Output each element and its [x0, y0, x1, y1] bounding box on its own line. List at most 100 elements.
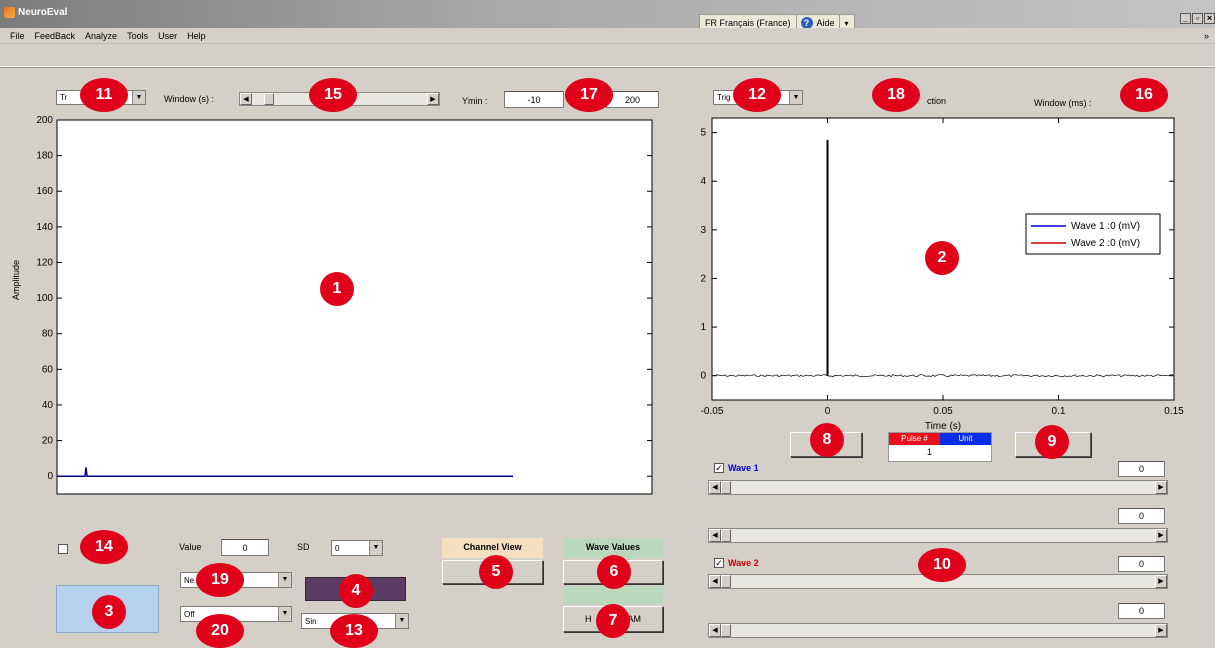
annotation-marker-13: 13	[330, 614, 378, 648]
value-input[interactable]: 0	[221, 539, 269, 556]
wave-x-tick-label-0.05: 0.05	[933, 406, 953, 417]
annotation-marker-8: 8	[810, 423, 844, 457]
wave-chart: 0 1 2 3 4 5 -0.05 0 0.05 0.1 0.15 Wave 1 :0 (mV) W…	[700, 117, 1184, 432]
slider-right-arrow-icon[interactable]: ▶	[1155, 624, 1167, 637]
option-checkbox[interactable]	[58, 544, 68, 554]
window-controls: _ ▫ ×	[1180, 13, 1215, 24]
minimize-button[interactable]: _	[1180, 13, 1191, 24]
y-tick-label-40: 40	[42, 400, 54, 411]
ymin-label: Ymin :	[462, 96, 488, 106]
sd-select[interactable]: 0 ▼	[331, 540, 383, 556]
annotation-marker-1: 1	[320, 272, 354, 306]
y-tick-label-120: 120	[36, 257, 53, 268]
sd-label: SD	[297, 542, 310, 552]
menu-feedback[interactable]: FeedBack	[35, 31, 76, 41]
close-button[interactable]: ×	[1204, 13, 1215, 24]
menu-file[interactable]: File	[10, 31, 25, 41]
slider-left-arrow-icon[interactable]: ◀	[240, 93, 252, 105]
wave1-secondary-value-input[interactable]: 0	[1118, 508, 1165, 524]
ymax-input[interactable]: 200	[606, 91, 659, 108]
wave2-checkbox[interactable]: ✓	[714, 558, 724, 568]
slider-thumb[interactable]	[721, 624, 731, 637]
slider-left-arrow-icon[interactable]: ◀	[709, 624, 721, 637]
value-label: Value	[179, 542, 202, 552]
toolbar-strip	[0, 44, 1215, 67]
y-tick-label-60: 60	[42, 364, 54, 375]
wave-y-tick-label-1: 1	[700, 322, 706, 333]
chevron-down-icon: ▼	[278, 573, 291, 587]
heatmap-button-label: H	[585, 614, 592, 624]
chevron-down-icon: ▼	[789, 91, 802, 104]
annotation-marker-2: 2	[925, 241, 959, 275]
time-axis-label: Time (s)	[925, 421, 961, 432]
wave-y-tick-label-0: 0	[700, 371, 706, 382]
annotation-marker-6: 6	[597, 555, 631, 589]
chevron-down-icon: ▼	[395, 614, 408, 628]
app-logo-icon	[4, 7, 15, 18]
y-tick-label-80: 80	[42, 329, 54, 340]
y-tick-label-160: 160	[36, 186, 53, 197]
section-label: ction	[927, 96, 947, 106]
wave-legend: Wave 1 :0 (mV) Wave 2 :0 (mV)	[1025, 213, 1161, 255]
slider-left-arrow-icon[interactable]: ◀	[709, 481, 721, 494]
annotation-marker-20: 20	[196, 614, 244, 648]
status-select-value: Off	[184, 609, 195, 619]
window-seconds-label: Window (s) :	[164, 94, 215, 104]
trigger-select-left-value: Tr	[60, 93, 68, 102]
slider-right-arrow-icon[interactable]: ▶	[427, 93, 439, 105]
annotation-marker-19: 19	[196, 563, 244, 597]
ymin-input[interactable]: -10	[504, 91, 564, 108]
slider-thumb[interactable]	[264, 93, 274, 105]
slider-right-arrow-icon[interactable]: ▶	[1155, 481, 1167, 494]
annotation-marker-10: 10	[918, 548, 966, 582]
chevron-down-icon: ▼	[369, 541, 382, 555]
menu-user[interactable]: User	[158, 31, 177, 41]
annotation-marker-5: 5	[479, 555, 513, 589]
menu-tools[interactable]: Tools	[127, 31, 148, 41]
wave1-value-input[interactable]: 0	[1118, 461, 1165, 477]
y-tick-label-200: 200	[36, 115, 53, 126]
wave1-slider[interactable]: ◀ ▶	[708, 480, 1168, 495]
annotation-marker-17: 17	[565, 78, 613, 112]
wave2-secondary-value-input[interactable]: 0	[1118, 603, 1165, 619]
slider-left-arrow-icon[interactable]: ◀	[709, 529, 721, 542]
slider-thumb[interactable]	[721, 575, 731, 588]
wave1-secondary-slider[interactable]: ◀ ▶	[708, 528, 1168, 543]
slider-thumb[interactable]	[721, 481, 731, 494]
window-ms-label: Window (ms) :	[1034, 98, 1092, 108]
slider-right-arrow-icon[interactable]: ▶	[1155, 529, 1167, 542]
wave-x-tick-label-0: 0	[825, 406, 831, 417]
wave1-label: Wave 1	[728, 463, 759, 473]
options-arrow-icon[interactable]: ▾	[840, 19, 854, 28]
wave1-checkbox[interactable]: ✓	[714, 463, 724, 473]
slider-thumb[interactable]	[721, 529, 731, 542]
legend-wave1: Wave 1 :0 (mV)	[1071, 221, 1140, 232]
app-title: NeuroEval	[18, 7, 68, 18]
menu-overflow-icon[interactable]: »	[1204, 31, 1209, 41]
maximize-button[interactable]: ▫	[1192, 13, 1203, 24]
amplitude-plot-area	[56, 119, 653, 495]
menu-analyze[interactable]: Analyze	[85, 31, 117, 41]
annotation-marker-7: 7	[596, 604, 630, 638]
pulse-number-value[interactable]: 1	[889, 445, 991, 460]
mode-select-value: Ne	[184, 575, 195, 585]
slider-left-arrow-icon[interactable]: ◀	[709, 575, 721, 588]
wave-x-tick-label-0.1: 0.1	[1052, 406, 1066, 417]
stimulation-select-value: Sin	[305, 616, 317, 626]
wave-y-tick-label-2: 2	[700, 273, 706, 284]
annotation-marker-16: 16	[1120, 78, 1168, 112]
wave-y-tick-label-3: 3	[700, 225, 706, 236]
title-bar	[0, 0, 1215, 28]
wave2-secondary-slider[interactable]: ◀ ▶	[708, 623, 1168, 638]
annotation-marker-18: 18	[872, 78, 920, 112]
chevron-down-icon: ▼	[278, 607, 291, 621]
annotation-marker-15: 15	[309, 78, 357, 112]
wave2-value-input[interactable]: 0	[1118, 556, 1165, 572]
chevron-down-icon: ▼	[132, 91, 145, 104]
pulse-table: Pulse # Unit 1	[888, 432, 992, 462]
menu-bar: File FeedBack Analyze Tools User Help	[0, 28, 1215, 44]
unit-header: Unit	[940, 433, 991, 445]
y-tick-label-100: 100	[36, 293, 53, 304]
menu-help[interactable]: Help	[187, 31, 206, 41]
slider-right-arrow-icon[interactable]: ▶	[1155, 575, 1167, 588]
